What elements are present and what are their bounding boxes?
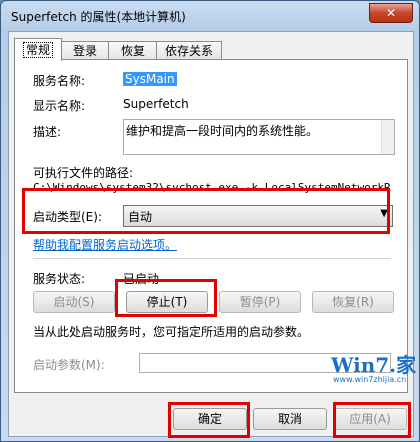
properties-window: Superfetch 的属性(本地计算机) ✕ 常规 登录 恢复 依存关系 服务…	[0, 0, 420, 442]
apply-button-label: 应用(A)	[349, 412, 391, 426]
description-scrollbar[interactable]	[381, 120, 394, 154]
description-text: 维护和提高一段时间内的系统性能。	[126, 124, 319, 138]
watermark-logo: Win7.家 www.win7zhijia.cn	[321, 337, 416, 387]
resume-button[interactable]: 恢复(R)	[312, 291, 394, 313]
tab-logon[interactable]: 登录	[60, 41, 110, 60]
pause-button[interactable]: 暂停(P)	[219, 291, 301, 313]
watermark-url: www.win7zhijia.cn	[333, 375, 407, 384]
tab-general[interactable]: 常规	[14, 38, 62, 61]
close-button[interactable]: ✕	[369, 3, 413, 23]
start-button-label: 启动(S)	[53, 295, 95, 309]
tab-logon-label: 登录	[72, 44, 97, 58]
resume-button-label: 恢复(R)	[332, 295, 374, 309]
tab-dependencies[interactable]: 依存关系	[156, 41, 222, 60]
description-label: 描述:	[33, 125, 62, 139]
start-button[interactable]: 启动(S)	[33, 291, 115, 313]
service-name-text: SysMain	[123, 72, 177, 86]
display-name-value[interactable]: Superfetch	[123, 97, 189, 111]
startup-type-select[interactable]: 自动 ▼	[123, 205, 393, 227]
watermark-text: Win7.家	[331, 353, 417, 377]
ok-button[interactable]: 确定	[173, 408, 247, 430]
service-status-label: 服务状态:	[33, 272, 86, 286]
window-title: Superfetch 的属性(本地计算机)	[11, 10, 186, 24]
tab-recovery-label: 恢复	[120, 44, 145, 58]
service-status-value: 已启动	[123, 272, 160, 286]
description-field[interactable]: 维护和提高一段时间内的系统性能。	[123, 119, 395, 155]
ok-button-label: 确定	[197, 412, 222, 426]
startup-help-link[interactable]: 帮助我配置服务启动选项。	[33, 236, 177, 253]
divider	[33, 258, 391, 259]
service-name-value[interactable]: SysMain	[123, 72, 177, 86]
startup-type-label: 启动类型(E):	[33, 210, 102, 224]
path-value[interactable]: C:\Windows\system32\svchost.exe -k Local…	[33, 181, 391, 194]
title-bar[interactable]: Superfetch 的属性(本地计算机) ✕	[1, 1, 419, 31]
start-params-label: 启动参数(M):	[33, 358, 105, 372]
start-params-hint: 当从此处启动服务时，您可指定所适用的启动参数。	[33, 325, 310, 339]
cancel-button-label: 取消	[277, 412, 302, 426]
apply-button[interactable]: 应用(A)	[333, 408, 407, 430]
startup-type-value: 自动	[128, 210, 153, 224]
pause-button-label: 暂停(P)	[239, 295, 281, 309]
tab-general-label: 常规	[22, 42, 53, 58]
chevron-down-icon: ▼	[380, 208, 388, 219]
path-label: 可执行文件的路径:	[33, 166, 134, 180]
stop-button[interactable]: 停止(T)	[126, 291, 208, 313]
tab-dependencies-label: 依存关系	[164, 44, 213, 58]
cancel-button[interactable]: 取消	[253, 408, 327, 430]
close-icon: ✕	[385, 6, 397, 20]
display-name-label: 显示名称:	[33, 99, 86, 113]
stop-button-label: 停止(T)	[146, 295, 188, 309]
service-name-label: 服务名称:	[33, 74, 86, 88]
tab-recovery[interactable]: 恢复	[108, 41, 158, 60]
